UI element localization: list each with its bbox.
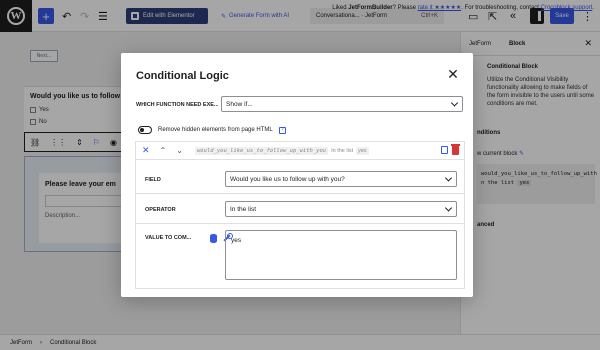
copy-icon[interactable] bbox=[441, 146, 448, 154]
remove-condition-icon[interactable]: ✕ bbox=[142, 145, 150, 156]
condition-item: ✕ ⌃ ⌄ would_you_like_us_to_follow_up_wit… bbox=[135, 141, 465, 289]
chevron-down-icon bbox=[450, 99, 459, 107]
operator-select[interactable]: In the list bbox=[225, 201, 457, 217]
chevron-up-icon[interactable]: ⌃ bbox=[160, 146, 167, 155]
field-select[interactable]: Would you like us to follow up with you? bbox=[225, 171, 457, 187]
operator-label: OPERATOR bbox=[145, 207, 176, 213]
chevron-down-icon[interactable]: ⌄ bbox=[176, 146, 183, 155]
trash-icon[interactable] bbox=[451, 144, 460, 155]
conditional-logic-modal: Conditional Logic ✕ WHICH FUNCTION NEED … bbox=[121, 53, 473, 297]
chevron-down-icon bbox=[444, 174, 453, 182]
remove-hidden-toggle[interactable] bbox=[138, 126, 152, 134]
field-label: FIELD bbox=[145, 177, 161, 183]
close-icon[interactable]: ✕ bbox=[445, 66, 461, 82]
database-icon[interactable] bbox=[210, 234, 217, 243]
condition-summary: would_you_like_us_to_follow_up_with_you … bbox=[194, 146, 369, 155]
modal-title: Conditional Logic bbox=[136, 70, 229, 82]
toggle-label: Remove hidden elements from page HTML bbox=[158, 127, 273, 133]
value-textarea[interactable]: yes bbox=[225, 230, 457, 280]
value-label: VALUE TO COM... bbox=[145, 235, 192, 241]
function-select[interactable]: Show if... bbox=[221, 96, 463, 112]
help-icon[interactable]: ? bbox=[278, 126, 286, 134]
chevron-down-icon bbox=[444, 204, 453, 212]
function-label: WHICH FUNCTION NEED EXE... bbox=[136, 102, 218, 108]
